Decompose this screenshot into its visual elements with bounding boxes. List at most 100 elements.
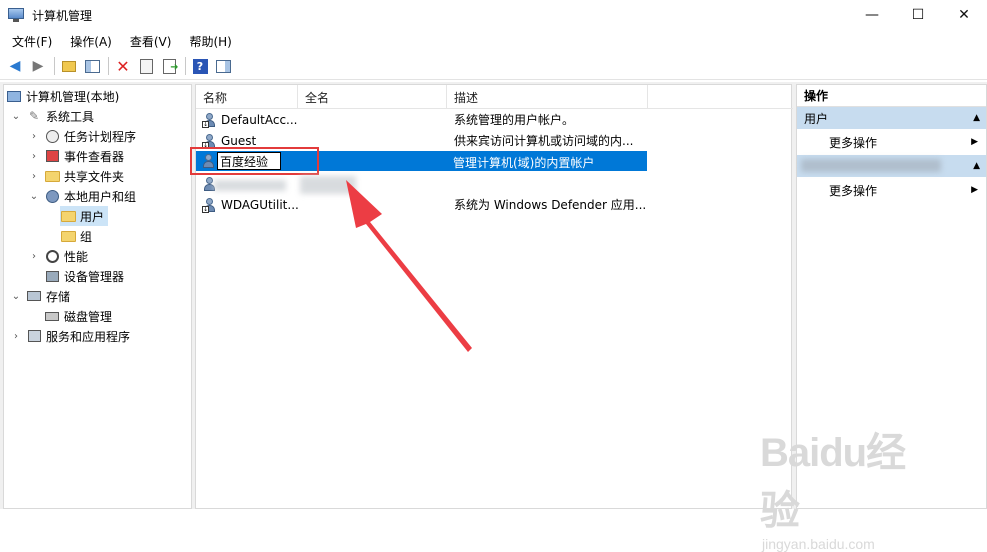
services-icon (26, 328, 42, 344)
chevron-right-icon[interactable]: › (28, 251, 40, 262)
computer-management-icon (8, 8, 24, 22)
show-hide-tree-icon[interactable] (83, 57, 101, 75)
actions-title: 操作 (797, 85, 986, 107)
chevron-right-icon[interactable]: › (10, 331, 22, 342)
tree-item-services-apps[interactable]: › 服务和应用程序 (10, 326, 130, 346)
disk-icon (44, 308, 60, 324)
collapse-up-icon[interactable]: ▲ (973, 113, 980, 123)
tree-label: 设备管理器 (64, 269, 125, 284)
device-manager-icon (44, 268, 60, 284)
menu-view[interactable]: 查看(V) (124, 33, 178, 50)
delete-icon[interactable]: ✕ (114, 57, 132, 76)
up-folder-icon[interactable] (60, 57, 78, 75)
tree-item-shared-folders[interactable]: › 共享文件夹 (28, 166, 124, 186)
chevron-right-icon[interactable]: › (28, 151, 40, 162)
toolbar-divider (108, 57, 109, 75)
tree-item-performance[interactable]: › 性能 (28, 246, 88, 266)
help-icon[interactable]: ? (191, 57, 209, 75)
tree-label: 组 (80, 229, 93, 244)
tree-label: 存储 (46, 289, 71, 304)
forward-icon[interactable]: ▶ (29, 57, 47, 75)
tree-label: 本地用户和组 (64, 189, 137, 204)
toolbar: ◀ ▶ ✕ ➜ ? (0, 53, 987, 80)
cell-description: 系统管理的用户帐户。 (454, 113, 575, 127)
chevron-down-icon[interactable]: ⌄ (10, 111, 22, 122)
toolbar-divider (185, 57, 186, 75)
table-row[interactable]: ↓ DefaultAcc... 系统管理的用户帐户。 (196, 109, 648, 130)
highlight-box (190, 147, 319, 175)
more-actions-label: 更多操作 (829, 135, 878, 150)
folder-icon (60, 228, 76, 244)
submenu-arrow-icon: ▶ (971, 185, 978, 195)
minimize-button[interactable]: — (849, 0, 895, 30)
tree-item-groups[interactable]: 组 (60, 226, 92, 246)
clock-icon (44, 128, 60, 144)
tree-label: 服务和应用程序 (46, 329, 131, 344)
export-icon[interactable]: ➜ (160, 57, 179, 75)
more-actions-item[interactable]: 更多操作 ▶ (797, 177, 986, 203)
console-tree: 计算机管理(本地) ⌄ ✎ 系统工具 › 任务计划程序 › 事件查看器 › 共享… (3, 84, 192, 509)
tools-icon: ✎ (28, 109, 40, 123)
shared-folder-icon (44, 168, 60, 184)
collapse-up-icon[interactable]: ▲ (973, 161, 980, 171)
actions-section-selected[interactable]: ▲ (797, 155, 986, 177)
obscured-text (801, 159, 941, 172)
back-icon[interactable]: ◀ (6, 57, 24, 75)
column-header-fullname[interactable]: 全名 (298, 85, 447, 109)
tree-label: 磁盘管理 (64, 309, 113, 324)
cell-name: WDAGUtilit... (221, 197, 299, 212)
chevron-right-icon[interactable]: › (28, 131, 40, 142)
baidu-watermark: Baidu经验 jingyan.baidu.com (760, 420, 940, 552)
tree-label: 性能 (64, 249, 89, 264)
chevron-down-icon[interactable]: ⌄ (28, 191, 40, 202)
tree-label: 共享文件夹 (64, 169, 125, 184)
tree-item-device-manager[interactable]: 设备管理器 (44, 266, 124, 286)
chevron-down-icon[interactable]: ⌄ (10, 291, 22, 302)
window-title: 计算机管理 (32, 8, 93, 23)
show-action-pane-icon[interactable] (214, 57, 232, 75)
computer-icon (6, 88, 22, 104)
cell-description: 管理计算机(域)的内置帐户 (453, 156, 595, 170)
tree-item-disk-management[interactable]: 磁盘管理 (44, 306, 112, 326)
submenu-arrow-icon: ▶ (971, 137, 978, 147)
column-header-description[interactable]: 描述 (447, 85, 648, 109)
tree-label: 计算机管理(本地) (26, 89, 120, 104)
section-label: 用户 (804, 111, 829, 126)
maximize-button[interactable]: ☐ (895, 0, 941, 30)
tree-item-task-scheduler[interactable]: › 任务计划程序 (28, 126, 136, 146)
cell-name: Guest (221, 133, 257, 148)
storage-icon (26, 288, 42, 304)
tree-label: 任务计划程序 (64, 129, 137, 144)
annotation-arrow (346, 180, 472, 352)
tree-item-event-viewer[interactable]: › 事件查看器 (28, 146, 124, 166)
tree-item-local-users-groups[interactable]: ⌄ 本地用户和组 (28, 186, 136, 206)
close-button[interactable]: ✕ (941, 0, 987, 30)
user-icon: ↓ (202, 112, 218, 128)
actions-section-users[interactable]: 用户 ▲ (797, 107, 986, 129)
watermark-url: jingyan.baidu.com (762, 536, 875, 552)
menu-action[interactable]: 操作(A) (64, 33, 118, 50)
user-icon: ↓ (202, 197, 218, 213)
more-actions-label: 更多操作 (829, 183, 878, 198)
cell-description: 供来宾访问计算机或访问域的内... (454, 134, 634, 148)
event-viewer-icon (44, 148, 60, 164)
title-bar: 计算机管理 — ☐ ✕ (0, 0, 987, 30)
more-actions-item[interactable]: 更多操作 ▶ (797, 129, 986, 155)
users-group-icon (44, 188, 60, 204)
cell-name: DefaultAcc... (221, 112, 298, 127)
list-header: 名称 全名 描述 (196, 85, 793, 109)
column-header-name[interactable]: 名称 (196, 85, 298, 109)
chevron-right-icon[interactable]: › (28, 171, 40, 182)
tree-item-system-tools[interactable]: ⌄ ✎ 系统工具 (10, 106, 94, 126)
menu-file[interactable]: 文件(F) (6, 33, 58, 50)
performance-icon (44, 248, 60, 264)
menu-help[interactable]: 帮助(H) (183, 33, 237, 50)
tree-label: 系统工具 (46, 109, 95, 124)
watermark-brand: Baidu经验 (760, 431, 906, 533)
menu-bar: 文件(F) 操作(A) 查看(V) 帮助(H) (0, 30, 987, 52)
tree-item-storage[interactable]: ⌄ 存储 (10, 286, 70, 306)
tree-item-users[interactable]: 用户 (60, 206, 109, 226)
properties-icon[interactable] (137, 57, 155, 75)
tree-label: 用户 (80, 209, 105, 224)
tree-item-root[interactable]: 计算机管理(本地) (6, 86, 119, 106)
